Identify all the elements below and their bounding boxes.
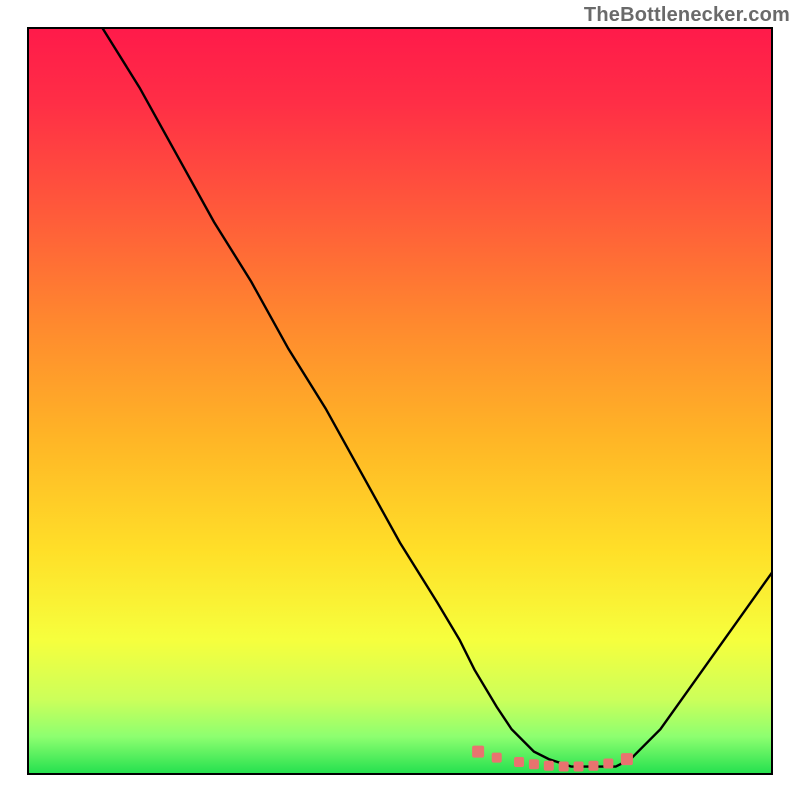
marker-point xyxy=(544,761,554,771)
marker-point xyxy=(588,761,598,771)
plot-background xyxy=(28,28,772,774)
marker-point xyxy=(472,746,484,758)
marker-point xyxy=(492,753,502,763)
watermark-label: TheBottlenecker.com xyxy=(584,4,790,27)
marker-point xyxy=(514,757,524,767)
marker-point xyxy=(603,759,613,769)
marker-point xyxy=(574,762,584,772)
bottleneck-chart: TheBottlenecker.com xyxy=(0,0,800,800)
marker-point xyxy=(559,762,569,772)
chart-svg xyxy=(0,0,800,800)
marker-point xyxy=(529,759,539,769)
marker-point xyxy=(621,753,633,765)
